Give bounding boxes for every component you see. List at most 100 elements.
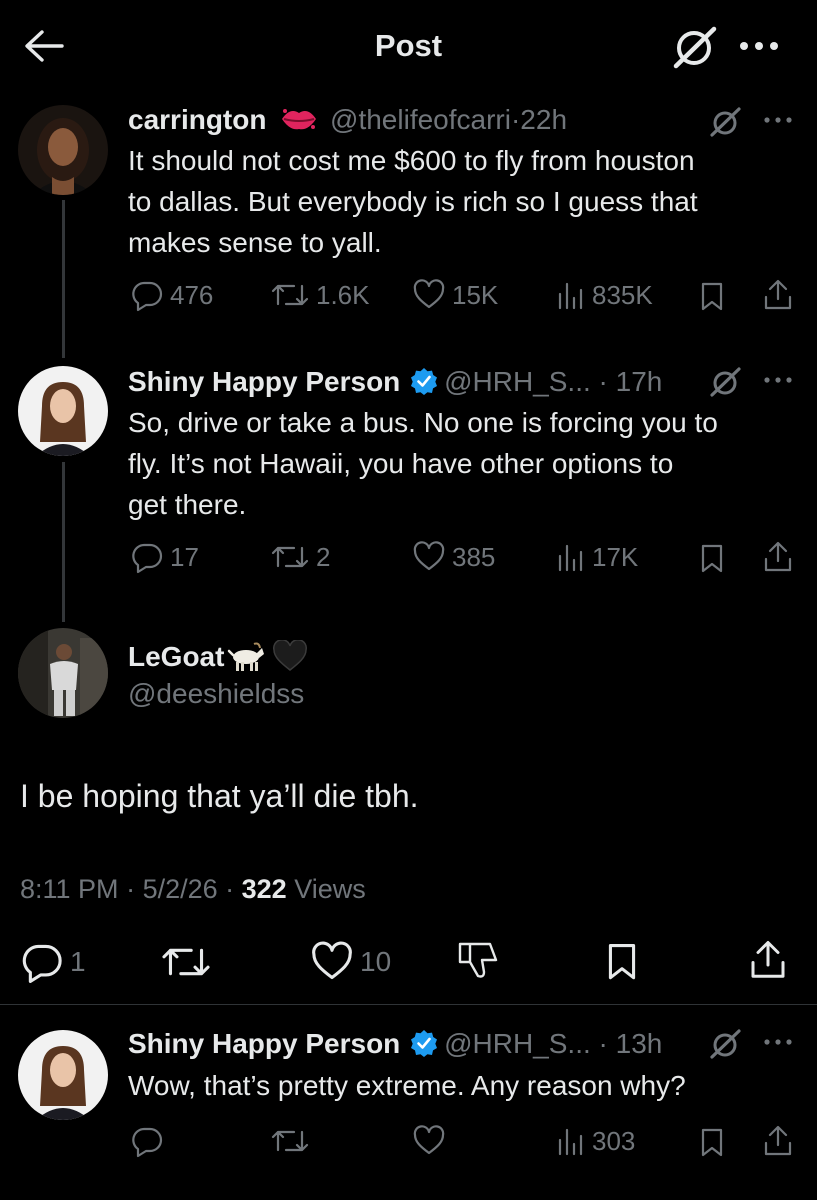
views-button[interactable]: 835K xyxy=(556,278,653,312)
grok-icon xyxy=(710,1029,741,1059)
grok-icon xyxy=(673,26,717,69)
like-icon xyxy=(312,941,352,980)
reply-icon xyxy=(132,281,163,312)
more-icon xyxy=(764,117,792,123)
bookmark-button[interactable] xyxy=(698,542,726,574)
share-button[interactable] xyxy=(748,938,788,982)
like-button[interactable]: 10 xyxy=(310,940,391,984)
dislike-button[interactable] xyxy=(456,938,500,982)
tweet-text: It should not cost me $600 to fly from h… xyxy=(128,145,698,258)
views-icon xyxy=(558,1128,583,1156)
grok-button[interactable] xyxy=(707,106,743,138)
post-time[interactable]: 8:11 PM xyxy=(20,874,119,904)
bookmark-icon xyxy=(701,282,723,311)
author-handle[interactable]: @HRH_S... xyxy=(444,366,591,397)
avatar[interactable] xyxy=(18,105,108,195)
reply-button[interactable]: 1 xyxy=(20,940,86,984)
share-button[interactable] xyxy=(762,1124,794,1158)
thread-line xyxy=(62,200,65,358)
grok-button[interactable] xyxy=(707,1028,743,1060)
repost-button[interactable] xyxy=(160,940,212,984)
lips-emoji xyxy=(280,105,318,133)
share-icon xyxy=(764,541,792,572)
separator-dot: · xyxy=(217,874,242,904)
author-handle[interactable]: @deeshieldss xyxy=(128,678,304,710)
bookmark-button[interactable] xyxy=(604,940,640,982)
timestamp[interactable]: 22h xyxy=(520,104,567,135)
tweet-text: So, drive or take a bus. No one is forci… xyxy=(128,407,718,520)
bookmark-icon xyxy=(701,1128,723,1157)
more-icon xyxy=(764,1039,792,1045)
more-options-button[interactable] xyxy=(762,1036,794,1048)
separator-dot: · xyxy=(118,874,143,904)
views-button[interactable]: 17K xyxy=(556,540,638,574)
share-button[interactable] xyxy=(762,540,794,574)
grok-icon xyxy=(710,107,741,137)
like-icon xyxy=(413,541,445,571)
author-name[interactable]: Shiny Happy Person xyxy=(128,366,400,397)
timestamp[interactable]: 17h xyxy=(616,366,663,397)
post-text: I be hoping that ya’ll die tbh. xyxy=(20,778,419,814)
reply-button[interactable] xyxy=(130,1124,164,1158)
repost-icon xyxy=(271,546,309,568)
repost-button[interactable]: 2 xyxy=(270,540,330,574)
repost-icon xyxy=(162,948,210,976)
like-button[interactable] xyxy=(412,1124,446,1158)
share-icon xyxy=(751,941,785,978)
grok-button[interactable] xyxy=(707,366,743,398)
reply-icon xyxy=(22,944,62,983)
avatar[interactable] xyxy=(18,366,108,456)
reply-icon xyxy=(132,1127,163,1158)
views-icon xyxy=(558,282,583,310)
grok-icon xyxy=(710,367,741,397)
bookmark-button[interactable] xyxy=(698,1126,726,1158)
author-name[interactable]: carrington xyxy=(128,104,266,135)
bookmark-icon xyxy=(701,544,723,573)
like-icon xyxy=(413,279,445,309)
repost-icon xyxy=(271,1130,309,1152)
more-icon xyxy=(764,377,792,383)
bookmark-button[interactable] xyxy=(698,280,726,312)
verified-badge-icon xyxy=(410,1029,438,1057)
dislike-icon xyxy=(458,942,498,978)
repost-button[interactable] xyxy=(270,1124,310,1158)
verified-badge-icon xyxy=(410,367,438,395)
tweet-text: Wow, that’s pretty extreme. Any reason w… xyxy=(128,1070,686,1101)
views-label: Views xyxy=(294,874,366,904)
post-date[interactable]: 5/2/26 xyxy=(143,874,218,904)
post-meta: 8:11 PM · 5/2/26 · 322 Views xyxy=(20,874,366,905)
divider xyxy=(0,1004,817,1005)
bookmark-icon xyxy=(608,944,636,980)
more-options-button[interactable] xyxy=(762,114,794,126)
like-button[interactable]: 385 xyxy=(412,540,495,574)
grok-button[interactable] xyxy=(668,24,720,70)
like-button[interactable]: 15K xyxy=(412,278,498,312)
author-handle[interactable]: @thelifeofcarri xyxy=(330,104,511,135)
reply-icon xyxy=(132,543,163,574)
separator-dot: · xyxy=(590,1028,616,1059)
author-name[interactable]: LeGoat xyxy=(128,641,224,672)
more-options-button[interactable] xyxy=(736,36,782,56)
views-icon xyxy=(558,544,583,572)
repost-button[interactable]: 1.6K xyxy=(270,278,370,312)
views-count: 322 xyxy=(241,874,287,904)
share-icon xyxy=(764,1125,792,1156)
author-name[interactable]: Shiny Happy Person xyxy=(128,1028,400,1059)
more-options-button[interactable] xyxy=(762,374,794,386)
share-button[interactable] xyxy=(762,278,794,312)
timestamp[interactable]: 13h xyxy=(616,1028,663,1059)
like-icon xyxy=(413,1125,445,1155)
repost-icon xyxy=(271,284,309,306)
thread-line xyxy=(62,462,65,622)
separator-dot: · xyxy=(590,366,616,397)
goat-emoji xyxy=(226,640,266,672)
avatar[interactable] xyxy=(18,628,108,718)
views-button[interactable]: 303 xyxy=(556,1124,635,1158)
more-icon xyxy=(740,42,778,50)
black-heart-emoji xyxy=(272,640,308,672)
reply-button[interactable]: 17 xyxy=(130,540,199,574)
separator-dot: · xyxy=(510,104,521,135)
avatar[interactable] xyxy=(18,1030,108,1120)
reply-button[interactable]: 476 xyxy=(130,278,213,312)
author-handle[interactable]: @HRH_S... xyxy=(444,1028,591,1059)
